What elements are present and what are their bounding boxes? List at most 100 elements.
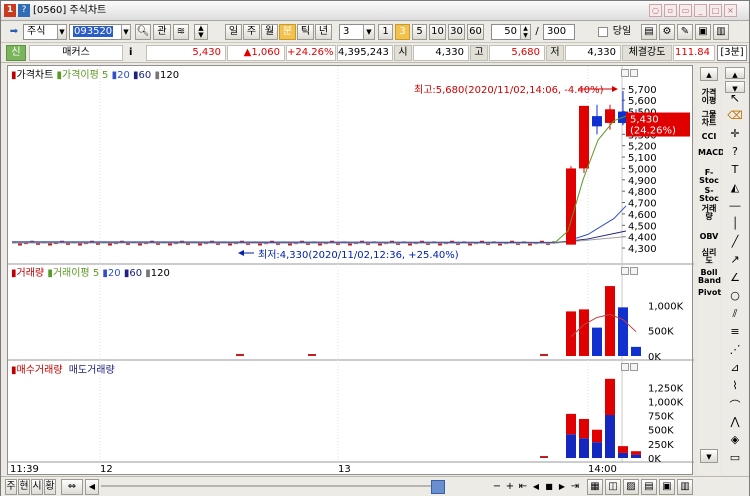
pin-icon[interactable]: ▫	[664, 4, 677, 17]
angle-icon[interactable]: ∠	[725, 271, 745, 288]
indicator-cci[interactable]: CCI	[698, 133, 720, 141]
indicator-macd[interactable]: MACD	[698, 149, 725, 157]
period-month[interactable]: 월	[261, 24, 278, 40]
scroll-track[interactable]	[101, 485, 431, 487]
info-icon[interactable]: i	[129, 45, 141, 61]
hline-icon[interactable]: ―	[725, 199, 745, 216]
display-icon[interactable]: ▭	[725, 451, 745, 468]
cycle-icon[interactable]: ⌇	[725, 379, 745, 396]
scroll-left-icon[interactable]: ◀	[85, 479, 99, 495]
code-dropdown-icon[interactable]: ▼	[121, 24, 131, 40]
scroll-up-icon[interactable]: ▲	[700, 67, 718, 81]
related-button[interactable]: 관	[153, 24, 171, 40]
pane-min-icon[interactable]	[621, 69, 629, 77]
flat-candle	[378, 243, 382, 246]
more-icon[interactable]: ▥	[677, 479, 693, 495]
grid-icon[interactable]: ▦	[587, 479, 603, 495]
eraser-icon[interactable]: ⌫	[725, 109, 745, 126]
print-icon[interactable]: ▭	[679, 4, 692, 17]
text-tool-icon[interactable]: T	[725, 163, 745, 180]
ray-icon[interactable]: ↗	[725, 253, 745, 270]
auto-icon[interactable]: ◈	[725, 433, 745, 450]
layout-icon[interactable]: ▤	[641, 479, 657, 495]
period-week[interactable]: 주	[243, 24, 260, 40]
chart-type-icon[interactable]: ▨	[623, 479, 639, 495]
link-icon[interactable]: ○	[649, 4, 662, 17]
prev-icon[interactable]: ◀	[530, 479, 542, 495]
volume-pane-controls[interactable]	[620, 267, 640, 276]
buysell-pane-controls[interactable]	[620, 363, 640, 372]
interval-30[interactable]: 30	[448, 24, 465, 40]
count-spin-icon[interactable]: ▲ ▼	[520, 24, 531, 40]
interval-3[interactable]: 3	[395, 24, 410, 40]
stack-icon[interactable]: ≋	[173, 24, 189, 40]
settings-icon[interactable]: ⚙	[659, 24, 675, 40]
indicator-volume[interactable]: 거래량	[698, 205, 720, 221]
minimize-icon[interactable]: _	[694, 4, 707, 17]
fib-icon[interactable]: ≡	[725, 325, 745, 342]
buysell-legend: ▮매수거래량 매도거래량	[11, 365, 115, 376]
tools-up-icon[interactable]: ▲	[725, 67, 745, 79]
chevron-down-icon[interactable]: ▼	[57, 24, 67, 40]
interval-1[interactable]: 1	[378, 24, 393, 40]
indicator-pivot[interactable]: Pivot	[698, 289, 721, 297]
cursor-icon[interactable]: ↖	[725, 91, 745, 108]
circle-icon[interactable]: ○	[725, 289, 745, 306]
maximize-icon[interactable]: □	[709, 4, 722, 17]
total-input[interactable]: 300	[543, 24, 575, 40]
arrow-right-icon[interactable]: ➡	[7, 24, 21, 40]
scroll-thumb[interactable]	[431, 480, 445, 494]
fill-icon[interactable]: ◭	[725, 181, 745, 198]
period-minute[interactable]: 분	[279, 24, 296, 40]
period-day[interactable]: 일	[225, 24, 242, 40]
interval-5[interactable]: 5	[412, 24, 427, 40]
arc-icon[interactable]: ⌒	[725, 397, 745, 414]
indicator-fstoc[interactable]: F-Stoc	[698, 169, 720, 185]
gann-icon[interactable]: ⊿	[725, 361, 745, 378]
indicator-sstoc[interactable]: S-Stoc	[698, 187, 720, 203]
close-icon[interactable]: ×	[724, 4, 737, 17]
link-chart-icon[interactable]: ▣	[659, 479, 675, 495]
trendline-icon[interactable]: ╱	[725, 235, 745, 252]
tab-time[interactable]: 시	[31, 479, 43, 495]
fan-icon[interactable]: ⋰	[725, 343, 745, 360]
expand-icon[interactable]: ▥	[713, 24, 729, 40]
scale-icon[interactable]: ⇔	[61, 479, 83, 495]
spin-icon[interactable]: ▲ ▼	[194, 24, 208, 40]
zigzag-icon[interactable]: ⋀	[725, 415, 745, 432]
first-icon[interactable]: ⇤	[517, 479, 529, 495]
period-tick[interactable]: 틱	[297, 24, 314, 40]
price-pane-controls[interactable]	[620, 69, 640, 78]
channel-icon[interactable]: ⫽	[725, 307, 745, 324]
tab-current[interactable]: 현	[18, 479, 30, 495]
indicator-ma[interactable]: 가격이평	[698, 89, 720, 105]
tools-icon[interactable]: ✎	[677, 24, 693, 40]
scroll-down-icon[interactable]: ▼	[700, 449, 718, 463]
interval-10[interactable]: 10	[429, 24, 446, 40]
help-tool-icon[interactable]: ?	[725, 145, 745, 162]
zoom-out-icon[interactable]: −	[491, 479, 503, 495]
chart-area[interactable]: 11:39121314:005,7005,6005,5005,4005,3005…	[7, 65, 694, 475]
vline-icon[interactable]: │	[725, 217, 745, 234]
tab-status[interactable]: 황	[44, 479, 56, 495]
split-icon[interactable]: ◫	[605, 479, 621, 495]
indicator-boll[interactable]: Boll Band	[698, 269, 721, 285]
pane-close-icon[interactable]	[630, 69, 638, 77]
search-icon[interactable]: 🔍︎	[135, 24, 151, 40]
next-icon[interactable]: ▶	[556, 479, 568, 495]
tab-main[interactable]: 주	[5, 479, 17, 495]
indicator-grid[interactable]: 그물차트	[698, 111, 720, 127]
today-checkbox[interactable]	[598, 27, 608, 37]
stop-icon[interactable]: ■	[543, 479, 555, 495]
indicator-obv[interactable]: OBV	[698, 233, 720, 241]
period-dropdown-icon[interactable]: ▼	[363, 24, 375, 40]
interval-60[interactable]: 60	[467, 24, 484, 40]
zoom-in-icon[interactable]: +	[504, 479, 516, 495]
indicator-psych[interactable]: 심리도	[698, 249, 720, 265]
save-icon[interactable]: ▣	[695, 24, 711, 40]
last-icon[interactable]: ⇥	[569, 479, 581, 495]
crosshair-icon[interactable]: ✛	[725, 127, 745, 144]
period-year[interactable]: 년	[315, 24, 332, 40]
notes-icon[interactable]: ▤	[641, 24, 657, 40]
help-icon[interactable]: ?	[18, 4, 30, 17]
